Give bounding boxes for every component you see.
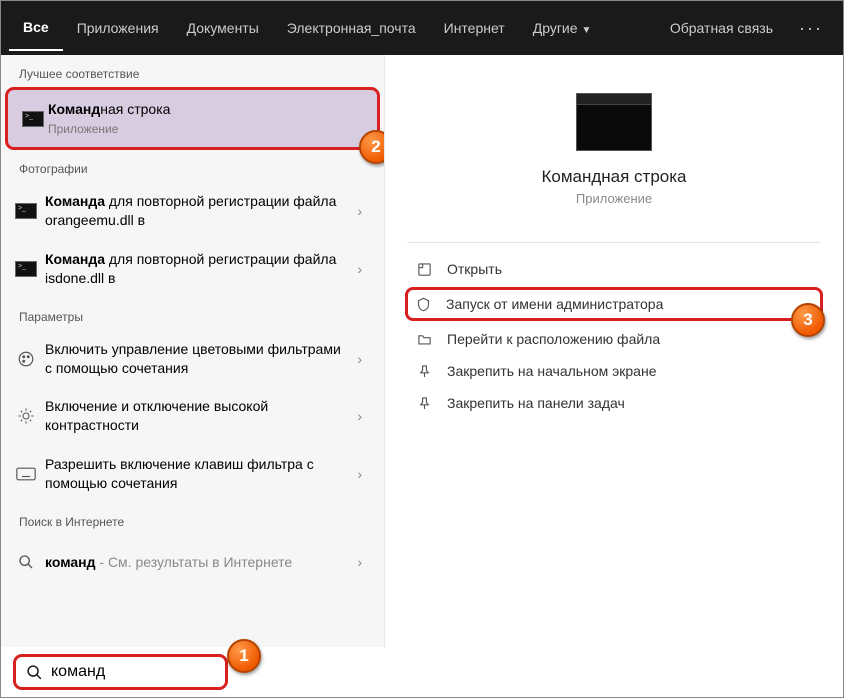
result-color-filters[interactable]: Включить управление цветовыми фильтрами … bbox=[1, 330, 384, 388]
cmd-icon bbox=[15, 202, 37, 220]
results-panel: Лучшее соответствие Командная строка При… bbox=[1, 55, 385, 647]
search-input[interactable] bbox=[51, 663, 258, 681]
result-command-prompt[interactable]: Командная строка Приложение 2 bbox=[5, 87, 380, 150]
app-type: Приложение bbox=[407, 191, 821, 206]
result-high-contrast[interactable]: Включение и отключение высокой контрастн… bbox=[1, 387, 384, 445]
brightness-icon bbox=[15, 407, 37, 425]
shield-icon bbox=[412, 297, 434, 312]
open-icon bbox=[413, 262, 435, 277]
tab-documents[interactable]: Документы bbox=[173, 6, 273, 50]
feedback-link[interactable]: Обратная связь bbox=[656, 6, 787, 50]
tab-more[interactable]: Другие▼ bbox=[519, 6, 606, 50]
result-photo-orangeemu[interactable]: Команда для повторной регистрации файла … bbox=[1, 182, 384, 240]
search-icon bbox=[15, 553, 37, 571]
pin-icon bbox=[413, 396, 435, 411]
action-open[interactable]: Открыть bbox=[407, 253, 821, 285]
search-bar: 1 bbox=[1, 647, 843, 697]
cmd-icon bbox=[15, 260, 37, 278]
annotation-badge-2: 2 bbox=[359, 130, 385, 164]
tab-all[interactable]: Все bbox=[9, 5, 63, 51]
chevron-right-icon: › bbox=[351, 466, 368, 482]
pin-icon bbox=[413, 364, 435, 379]
section-photos: Фотографии bbox=[1, 150, 384, 182]
keyboard-icon bbox=[15, 465, 37, 483]
chevron-right-icon: › bbox=[351, 203, 368, 219]
tab-email[interactable]: Электронная_почта bbox=[273, 6, 430, 50]
action-pin-taskbar[interactable]: Закрепить на панели задач bbox=[407, 387, 821, 419]
folder-icon bbox=[413, 332, 435, 347]
preview-panel: Командная строка Приложение Открыть Запу… bbox=[385, 55, 843, 647]
chevron-right-icon: › bbox=[351, 351, 368, 367]
section-best-match: Лучшее соответствие bbox=[1, 55, 384, 87]
divider bbox=[407, 242, 821, 243]
chevron-right-icon: › bbox=[351, 261, 368, 277]
tab-internet[interactable]: Интернет bbox=[430, 6, 519, 50]
chevron-right-icon: › bbox=[351, 408, 368, 424]
chevron-down-icon: ▼ bbox=[582, 25, 592, 36]
annotation-badge-1: 1 bbox=[227, 639, 261, 673]
section-settings: Параметры bbox=[1, 298, 384, 330]
tab-apps[interactable]: Приложения bbox=[63, 6, 173, 50]
action-pin-start[interactable]: Закрепить на начальном экране bbox=[407, 355, 821, 387]
result-web-search[interactable]: команд - См. результаты в Интернете › bbox=[1, 535, 384, 589]
chevron-right-icon: › bbox=[351, 554, 368, 570]
annotation-badge-3: 3 bbox=[791, 303, 825, 337]
action-open-location[interactable]: Перейти к расположению файла bbox=[407, 323, 821, 355]
search-icon bbox=[26, 664, 43, 681]
result-filter-keys[interactable]: Разрешить включение клавиш фильтра с пом… bbox=[1, 445, 384, 503]
search-filter-tabs: Все Приложения Документы Электронная_поч… bbox=[1, 1, 843, 55]
palette-icon bbox=[15, 350, 37, 368]
app-thumbnail-icon bbox=[576, 93, 652, 151]
section-web: Поиск в Интернете bbox=[1, 503, 384, 535]
cmd-icon bbox=[22, 110, 44, 128]
more-menu-icon[interactable]: ··· bbox=[787, 18, 835, 39]
action-run-as-admin[interactable]: Запуск от имени администратора bbox=[405, 287, 823, 321]
result-photo-isdone[interactable]: Команда для повторной регистрации файла … bbox=[1, 240, 384, 298]
app-title: Командная строка bbox=[407, 167, 821, 187]
